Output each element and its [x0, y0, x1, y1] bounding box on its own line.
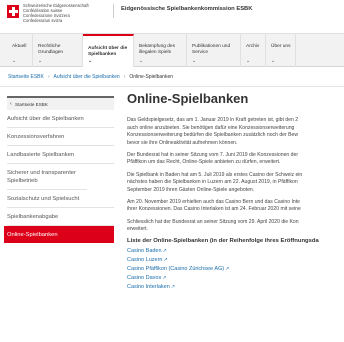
sidebar-item-aufsicht[interactable]: Aufsicht über die Spielbanken — [7, 110, 114, 128]
paragraph-baden: Die Spielbank in Baden hat am 5. Juli 20… — [127, 171, 303, 193]
nav-item-archiv[interactable]: Archiv ⌄ — [241, 34, 266, 67]
nav-item-aufsicht[interactable]: Aufsicht über die Spielbanken ⌄ — [83, 34, 134, 67]
sidebar-item-konzessionsverfahren[interactable]: Konzessionsverfahren — [7, 128, 114, 146]
chevron-left-icon: ‹ — [10, 101, 12, 107]
casino-link-davos[interactable]: Casino Davos↗ — [127, 274, 344, 283]
swiss-cross-logo-icon[interactable] — [7, 5, 19, 18]
nav-item-ueber-uns[interactable]: Über uns ⌄ — [266, 34, 296, 67]
sidebar-navigation: ‹ Startseite ESBK Aufsicht über die Spie… — [4, 96, 114, 243]
nav-item-aktuell[interactable]: Aktuell ⌄ — [7, 34, 33, 67]
casino-link-baden[interactable]: Casino Baden↗ — [127, 247, 344, 256]
paragraph-bern-interlaken: Am 20. November 2019 erhielten auch das … — [127, 198, 301, 213]
sidebar-item-online-spielbanken[interactable]: Online-Spielbanken — [4, 226, 114, 243]
site-header: Schweizerische Eidgenossenschaft Confédé… — [0, 0, 344, 33]
main-content: Online-Spielbanken Das Geldspielgesetz, … — [127, 91, 344, 292]
sidebar-item-sozialschutz[interactable]: Sozialschutz und Spielsucht — [7, 190, 114, 208]
sidebar-item-spielbankenabgabe[interactable]: Spielbankenabgabe — [7, 208, 114, 226]
external-link-icon: ↗ — [170, 284, 176, 291]
casino-link-interlaken[interactable]: Casino Interlaken↗ — [127, 283, 344, 292]
casino-link-pfaeffikon[interactable]: Casino Pfäffikon (Casino Zürichsee AG)↗ — [127, 265, 344, 274]
external-link-icon: ↗ — [163, 257, 168, 264]
chevron-down-icon: ⌄ — [271, 58, 276, 64]
page-title: Online-Spielbanken — [127, 91, 249, 106]
chevron-down-icon: ⌄ — [246, 58, 251, 64]
breadcrumb: Startseite ESBK › Aufsicht über die Spielb… — [8, 74, 173, 80]
confed-rm: Confederaziun svizra — [23, 18, 63, 23]
nav-item-publikationen[interactable]: Publikationen und Service ⌄ — [187, 34, 241, 67]
sidebar-back-label: Startseite ESBK — [15, 102, 48, 107]
sidebar-item-landbasierte[interactable]: Landbasierte Spielbanken — [7, 146, 114, 164]
main-navigation: Aktuell ⌄ Rechtliche Grundlagen ⌄ Aufsic… — [0, 33, 344, 67]
sidebar-item-spielbetrieb[interactable]: Sicherer und transparenter Spielbetrieb — [7, 164, 87, 190]
breadcrumb-parent[interactable]: Aufsicht über die Spielbanken — [54, 74, 120, 80]
confederation-names: Schweizerische Eidgenossenschaft Confédé… — [23, 3, 89, 23]
paragraph-intro: Das Geldspielgesetz, das am 1. Januar 20… — [127, 117, 299, 146]
sidebar-back-link[interactable]: ‹ Startseite ESBK — [7, 96, 114, 110]
header-divider — [113, 4, 114, 18]
nav-item-bekaempfung[interactable]: Bekämpfung des illegalen Spiels ⌄ — [134, 34, 187, 67]
external-link-icon: ↗ — [162, 248, 167, 255]
chevron-down-icon: ⌄ — [38, 58, 43, 64]
chevron-down-icon: ⌄ — [139, 58, 144, 64]
casino-link-luzern[interactable]: Casino Luzern↗ — [127, 256, 344, 265]
chevron-down-icon: ⌄ — [192, 58, 197, 64]
paragraph-schliesslich: Schliesslich hat der Bundesrat an seiner… — [127, 218, 299, 233]
nav-item-rechtliche-grundlagen[interactable]: Rechtliche Grundlagen ⌄ — [33, 34, 83, 67]
breadcrumb-home[interactable]: Startseite ESBK — [8, 74, 44, 80]
external-link-icon: ↗ — [225, 266, 230, 273]
chevron-right-icon: › — [123, 74, 126, 80]
agency-name[interactable]: Eidgenössische Spielbankenkommission ESB… — [121, 6, 252, 12]
paragraph-bundesrat: Der Bundesrat hat in seiner Sitzung vom … — [127, 151, 299, 166]
breadcrumb-divider — [0, 86, 344, 87]
chevron-right-icon: › — [47, 74, 50, 80]
chevron-down-icon: ⌄ — [88, 58, 93, 64]
casino-list-heading: Liste der Online-Spielbanken (in der Rei… — [127, 238, 319, 245]
breadcrumb-current: Online-Spielbanken — [129, 74, 173, 80]
external-link-icon: ↗ — [162, 275, 167, 282]
chevron-down-icon: ⌄ — [12, 58, 17, 64]
